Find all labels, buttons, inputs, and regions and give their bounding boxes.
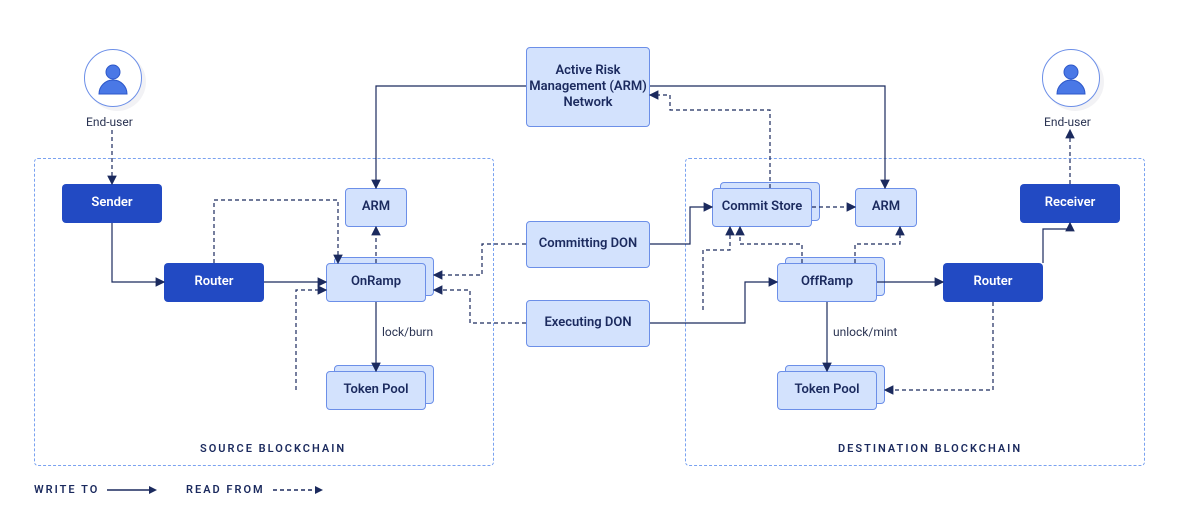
destination-blockchain-label: DESTINATION BLOCKCHAIN bbox=[838, 442, 1022, 455]
source-arm-node-label: ARM bbox=[362, 199, 390, 215]
receiver-node-label: Receiver bbox=[1045, 195, 1096, 211]
legend-read: READ FROM bbox=[186, 483, 323, 496]
end-user-right-label: End-user bbox=[1044, 115, 1091, 129]
sender-node-label: Sender bbox=[91, 195, 132, 211]
end-user-left-icon bbox=[84, 49, 142, 107]
person-icon bbox=[93, 58, 133, 98]
legend-read-label: READ FROM bbox=[186, 483, 265, 496]
offramp-node-label: OffRamp bbox=[801, 274, 853, 290]
dest-arm-node: ARM bbox=[855, 188, 917, 227]
source-tokenpool-node: Token Pool bbox=[326, 371, 426, 410]
unlockmint-label: unlock/mint bbox=[833, 325, 897, 339]
arrow-icon bbox=[107, 485, 157, 495]
lockburn-label: lock/burn bbox=[382, 325, 433, 339]
sender-node: Sender bbox=[62, 184, 162, 223]
source-arm-node: ARM bbox=[345, 188, 407, 227]
dest-router-node: Router bbox=[943, 263, 1043, 302]
dest-tokenpool-node-label: Token Pool bbox=[795, 382, 860, 398]
end-user-left-label: End-user bbox=[86, 115, 133, 129]
dashed-arrow-icon bbox=[273, 485, 323, 495]
commit-store-node-label: Commit Store bbox=[722, 199, 802, 215]
legend-write: WRITE TO bbox=[34, 483, 157, 496]
source-tokenpool-node-label: Token Pool bbox=[344, 382, 409, 398]
source-router-node-label: Router bbox=[195, 274, 234, 290]
onramp-node-label: OnRamp bbox=[351, 274, 401, 290]
dest-router-node-label: Router bbox=[974, 274, 1013, 290]
committing-don-node: Committing DON bbox=[526, 221, 650, 268]
onramp-node: OnRamp bbox=[326, 263, 426, 302]
source-blockchain-label: SOURCE BLOCKCHAIN bbox=[200, 442, 346, 455]
offramp-node: OffRamp bbox=[777, 263, 877, 302]
executing-don-node: Executing DON bbox=[526, 300, 650, 347]
person-icon bbox=[1051, 58, 1091, 98]
arm-network-node: Active Risk Management (ARM) Network bbox=[526, 47, 650, 127]
legend-write-label: WRITE TO bbox=[34, 483, 99, 496]
source-router-node: Router bbox=[164, 263, 264, 302]
commit-store-node: Commit Store bbox=[712, 188, 812, 227]
arm-network-node-label: Active Risk Management (ARM) Network bbox=[527, 63, 649, 112]
executing-don-node-label: Executing DON bbox=[544, 315, 631, 331]
end-user-right-icon bbox=[1042, 49, 1100, 107]
dest-arm-node-label: ARM bbox=[872, 199, 900, 215]
receiver-node: Receiver bbox=[1020, 184, 1120, 223]
dest-tokenpool-node: Token Pool bbox=[777, 371, 877, 410]
committing-don-node-label: Committing DON bbox=[539, 236, 637, 252]
